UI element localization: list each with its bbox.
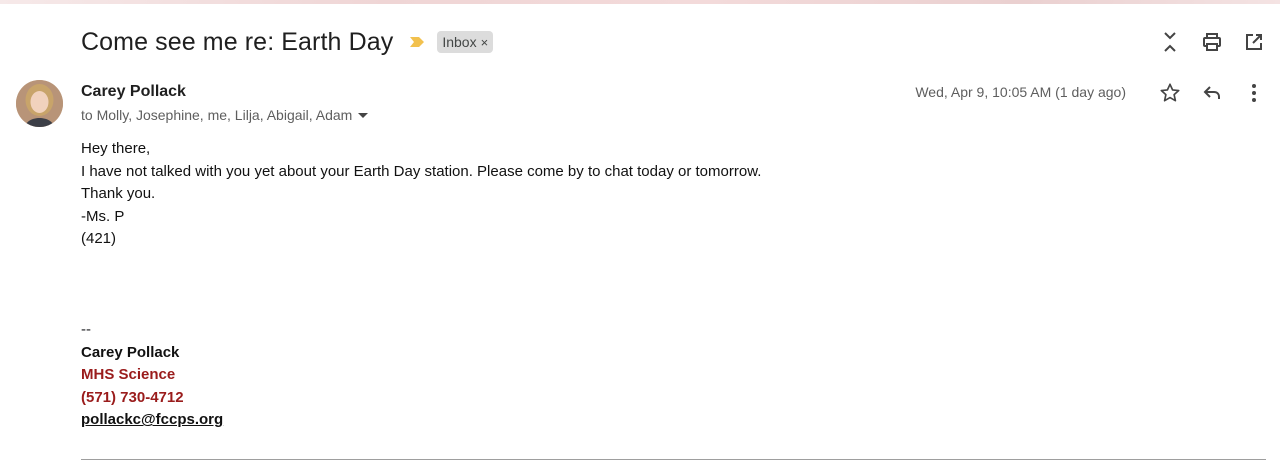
remove-label-button[interactable]: × [481, 35, 489, 50]
recipients-line: to Molly, Josephine, me, Lilja, Abigail,… [81, 107, 369, 123]
body-line: -Ms. P [81, 207, 125, 225]
show-details-caret-icon[interactable] [358, 112, 369, 118]
thread-actions [1158, 30, 1266, 54]
sender-avatar[interactable] [16, 80, 63, 127]
body-line: Thank you. [81, 185, 156, 203]
signature-separator: -- [81, 321, 91, 338]
email-body: Hey there, I have not talked with you ye… [81, 138, 761, 251]
signature-email-link[interactable]: pollackc@fccps.org [81, 409, 223, 432]
subject-row: Come see me re: Earth Day Inbox × [81, 26, 494, 58]
signature-name: Carey Pollack [81, 343, 180, 361]
recipients-text: to Molly, Josephine, me, Lilja, Abigail,… [81, 107, 353, 123]
email-subject: Come see me re: Earth Day [81, 27, 394, 56]
body-line: (421) [81, 230, 117, 248]
background-banner-strip [0, 0, 1280, 4]
open-in-new-window-icon[interactable] [1242, 30, 1266, 54]
message-actions [1158, 81, 1266, 105]
more-vert-icon[interactable] [1242, 81, 1266, 105]
print-icon[interactable] [1200, 30, 1224, 54]
importance-marker-icon[interactable] [409, 36, 425, 48]
reply-icon[interactable] [1200, 81, 1224, 105]
expand-collapse-icon[interactable] [1158, 30, 1182, 54]
email-signature: -- Carey Pollack MHS Science (571) 730-4… [81, 319, 223, 432]
sender-name[interactable]: Carey Pollack [81, 83, 186, 101]
email-date: Wed, Apr 9, 10:05 AM (1 day ago) [915, 84, 1126, 100]
divider [81, 459, 1266, 460]
body-line: I have not talked with you yet about you… [81, 162, 762, 180]
signature-phone: (571) 730-4712 [81, 388, 184, 406]
label-text: Inbox [442, 34, 477, 50]
signature-department: MHS Science [81, 366, 176, 384]
body-line: Hey there, [81, 140, 151, 157]
star-icon[interactable] [1158, 81, 1182, 105]
inbox-label-chip: Inbox × [437, 31, 494, 53]
